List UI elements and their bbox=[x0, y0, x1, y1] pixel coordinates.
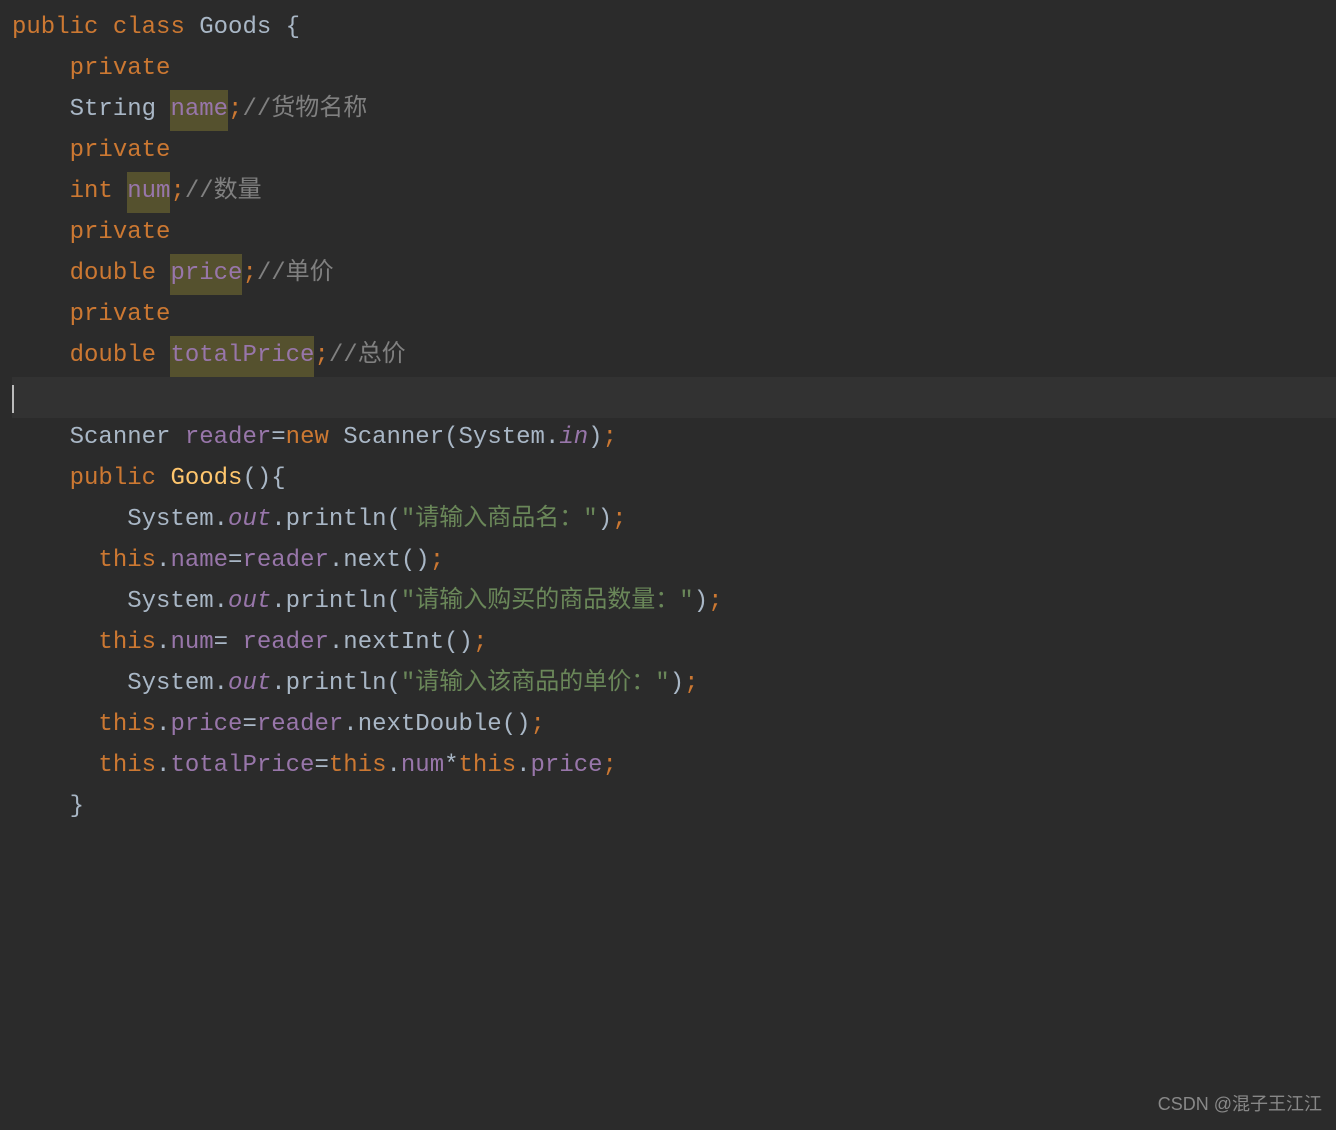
semicolon: ; bbox=[430, 541, 444, 582]
string-literal: "请输入商品名：" bbox=[401, 500, 598, 541]
method-println: println bbox=[286, 664, 387, 705]
keyword-this: this bbox=[98, 623, 156, 664]
ctor-scanner: Scanner bbox=[343, 418, 444, 459]
code-line[interactable]: this.num= reader.nextInt(); bbox=[12, 623, 1336, 664]
class-system: System bbox=[127, 500, 213, 541]
keyword-this: this bbox=[98, 541, 156, 582]
string-literal: "请输入该商品的单价：" bbox=[401, 664, 670, 705]
comment: //总价 bbox=[329, 336, 406, 377]
type-string: String bbox=[70, 90, 156, 131]
code-line[interactable]: private bbox=[12, 213, 1336, 254]
field-num: num bbox=[127, 172, 170, 213]
keyword-this: this bbox=[98, 705, 156, 746]
method-next: next bbox=[343, 541, 401, 582]
ctor-goods: Goods bbox=[170, 459, 242, 500]
code-line[interactable]: System.out.println("请输入商品名："); bbox=[12, 500, 1336, 541]
code-line[interactable]: System.out.println("请输入该商品的单价："); bbox=[12, 664, 1336, 705]
semicolon: ; bbox=[314, 336, 328, 377]
code-line[interactable]: System.out.println("请输入购买的商品数量："); bbox=[12, 582, 1336, 623]
keyword-this: this bbox=[459, 746, 517, 787]
semicolon: ; bbox=[242, 254, 256, 295]
keyword-this: this bbox=[98, 746, 156, 787]
semicolon: ; bbox=[603, 746, 617, 787]
semicolon: ; bbox=[170, 172, 184, 213]
keyword-public: public bbox=[12, 8, 98, 49]
code-editor[interactable]: public class Goods { private String name… bbox=[0, 0, 1336, 828]
keyword-public: public bbox=[70, 459, 156, 500]
field-price: price bbox=[170, 705, 242, 746]
open-brace: { bbox=[286, 8, 300, 49]
semicolon: ; bbox=[531, 705, 545, 746]
code-line[interactable]: public Goods(){ bbox=[12, 459, 1336, 500]
method-println: println bbox=[286, 500, 387, 541]
semicolon: ; bbox=[603, 418, 617, 459]
field-totalprice: totalPrice bbox=[170, 746, 314, 787]
semicolon: ; bbox=[228, 90, 242, 131]
method-nextdouble: nextDouble bbox=[358, 705, 502, 746]
keyword-private: private bbox=[70, 295, 171, 336]
semicolon: ; bbox=[473, 623, 487, 664]
comment: //货物名称 bbox=[242, 90, 367, 131]
field-reader: reader bbox=[242, 541, 328, 582]
type-int: int bbox=[70, 172, 113, 213]
code-line[interactable]: private bbox=[12, 295, 1336, 336]
field-out: out bbox=[228, 582, 271, 623]
watermark-label: CSDN @混子王江江 bbox=[1158, 1089, 1322, 1120]
class-system: System bbox=[127, 664, 213, 705]
keyword-private: private bbox=[70, 213, 171, 254]
field-name: name bbox=[170, 541, 228, 582]
field-totalprice: totalPrice bbox=[170, 336, 314, 377]
semicolon: ; bbox=[612, 500, 626, 541]
field-in: in bbox=[559, 418, 588, 459]
type-double: double bbox=[70, 336, 156, 377]
code-line[interactable]: this.name=reader.next(); bbox=[12, 541, 1336, 582]
field-reader: reader bbox=[257, 705, 343, 746]
code-line[interactable]: private bbox=[12, 131, 1336, 172]
field-reader: reader bbox=[242, 623, 328, 664]
field-price: price bbox=[531, 746, 603, 787]
field-name: name bbox=[170, 90, 228, 131]
field-reader: reader bbox=[185, 418, 271, 459]
type-scanner: Scanner bbox=[70, 418, 171, 459]
field-out: out bbox=[228, 500, 271, 541]
string-literal: "请输入购买的商品数量：" bbox=[401, 582, 694, 623]
code-line[interactable]: double totalPrice;//总价 bbox=[12, 336, 1336, 377]
semicolon: ; bbox=[684, 664, 698, 705]
comment: //数量 bbox=[185, 172, 262, 213]
code-line[interactable]: private bbox=[12, 49, 1336, 90]
code-line[interactable]: } bbox=[12, 787, 1336, 828]
code-line[interactable]: int num;//数量 bbox=[12, 172, 1336, 213]
keyword-this: this bbox=[329, 746, 387, 787]
type-double: double bbox=[70, 254, 156, 295]
code-line-current[interactable] bbox=[12, 377, 1336, 418]
code-line[interactable]: this.price=reader.nextDouble(); bbox=[12, 705, 1336, 746]
class-system: System bbox=[459, 418, 545, 459]
code-line[interactable]: public class Goods { bbox=[12, 8, 1336, 49]
code-line[interactable]: String name;//货物名称 bbox=[12, 90, 1336, 131]
field-num: num bbox=[170, 623, 213, 664]
keyword-private: private bbox=[70, 49, 171, 90]
class-system: System bbox=[127, 582, 213, 623]
field-price: price bbox=[170, 254, 242, 295]
code-line[interactable]: double price;//单价 bbox=[12, 254, 1336, 295]
keyword-new: new bbox=[286, 418, 329, 459]
keyword-class: class bbox=[113, 8, 185, 49]
caret-icon bbox=[12, 385, 14, 413]
comment: //单价 bbox=[257, 254, 334, 295]
field-out: out bbox=[228, 664, 271, 705]
semicolon: ; bbox=[708, 582, 722, 623]
method-nextint: nextInt bbox=[343, 623, 444, 664]
code-line[interactable]: this.totalPrice=this.num*this.price; bbox=[12, 746, 1336, 787]
field-num: num bbox=[401, 746, 444, 787]
close-brace: } bbox=[70, 787, 84, 828]
method-println: println bbox=[286, 582, 387, 623]
keyword-private: private bbox=[70, 131, 171, 172]
class-name: Goods bbox=[199, 8, 271, 49]
code-line[interactable]: Scanner reader=new Scanner(System.in); bbox=[12, 418, 1336, 459]
